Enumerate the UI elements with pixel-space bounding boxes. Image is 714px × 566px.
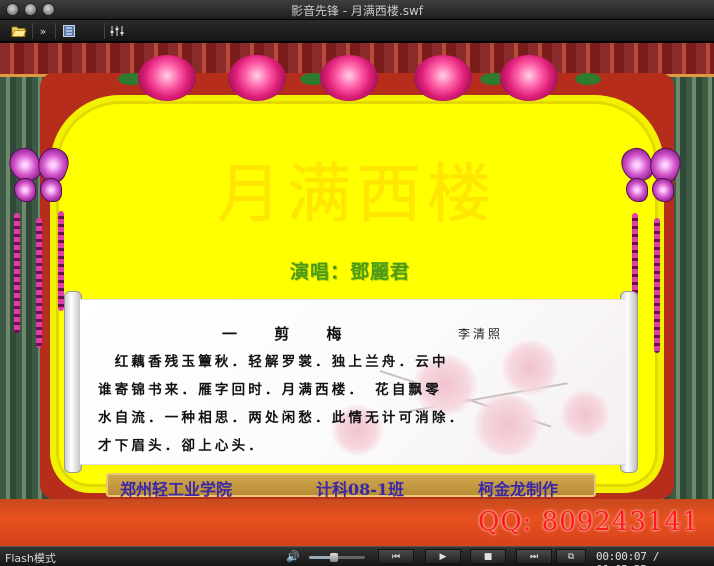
credit-class: 计科08-1班 [316, 480, 405, 499]
forward-icon: » [39, 24, 47, 38]
volume-icon[interactable]: 🔊 [286, 550, 300, 563]
playlist-icon [63, 25, 75, 37]
play-icon: ▶ [439, 551, 447, 562]
playback-mode-label: Flash模式 [5, 552, 56, 565]
volume-knob[interactable] [330, 553, 339, 562]
bead-chain [654, 218, 660, 353]
control-bar: Flash模式 🔊 ⏮ ▶ ■ ⏭ ⧉ 00:00:07 / 00:05:25 [0, 546, 714, 566]
song-title: 月满西楼 [217, 158, 497, 232]
open-file-button[interactable] [8, 22, 30, 40]
poem-line: 谁寄锦书来．雁字回时．月满西楼． 花自飘零 [98, 382, 442, 398]
poem-scroll: 一 剪 梅 李清照 红藕香残玉簟秋．轻解罗裳．独上兰舟．云中 谁寄锦书来．雁字回… [80, 299, 626, 465]
play-button[interactable]: ▶ [425, 549, 461, 564]
playlist-button[interactable] [60, 22, 78, 40]
next-icon: ⏭ [529, 551, 539, 562]
rose-icon [414, 55, 472, 101]
equalizer-icon [110, 26, 124, 36]
poem-author: 李清照 [458, 327, 504, 341]
toolbar-divider [55, 23, 56, 39]
singer-line: 演唱：鄧麗君 [289, 261, 410, 283]
toolbar-divider [104, 23, 105, 39]
poem-line: 水自流．一种相思．两处闲愁．此情无计可消除． [98, 410, 466, 426]
leaf-decoration [575, 73, 601, 85]
poem-line: 红藕香残玉簟秋．轻解罗裳．独上兰舟．云中 [98, 354, 449, 370]
credit-bar: 郑州轻工业学院 计科08-1班 柯金龙制作 [106, 473, 596, 499]
camera-icon: ⧉ [567, 551, 575, 562]
poem-heading: 一 剪 梅 [222, 325, 358, 343]
flash-stage[interactable]: 月满西楼 演唱：鄧麗君 一 剪 梅 李清照 红藕香残玉簟秋．轻解罗裳．独上兰舟．… [0, 43, 714, 546]
toolbar: » [0, 20, 714, 42]
stop-icon: ■ [483, 551, 493, 562]
qq-number: QQ: 809243141 [478, 507, 700, 537]
previous-icon: ⏮ [391, 551, 401, 562]
rose-icon [500, 55, 558, 101]
next-button[interactable]: ⏭ [516, 549, 552, 564]
bead-chain [36, 218, 42, 348]
rose-icon [228, 55, 286, 101]
window-title: 影音先锋 - 月满西楼.swf [290, 4, 424, 18]
stop-button[interactable]: ■ [470, 549, 506, 564]
rose-icon [320, 55, 378, 101]
rose-icon [138, 55, 196, 101]
forward-button[interactable]: » [35, 22, 51, 40]
title-bar: 影音先锋 - 月满西楼.swf [0, 0, 714, 20]
credit-author: 柯金龙制作 [478, 480, 559, 499]
credit-school: 郑州轻工业学院 [120, 480, 233, 499]
poem-line: 才下眉头．卻上心头． [98, 438, 265, 454]
equalizer-button[interactable] [108, 22, 126, 40]
screenshot-button[interactable]: ⧉ [556, 549, 586, 564]
previous-button[interactable]: ⏮ [378, 549, 414, 564]
folder-open-icon [11, 26, 27, 37]
time-display: 00:00:07 / 00:05:25 [596, 550, 660, 566]
volume-slider[interactable] [309, 553, 365, 562]
toolbar-divider [32, 23, 33, 39]
